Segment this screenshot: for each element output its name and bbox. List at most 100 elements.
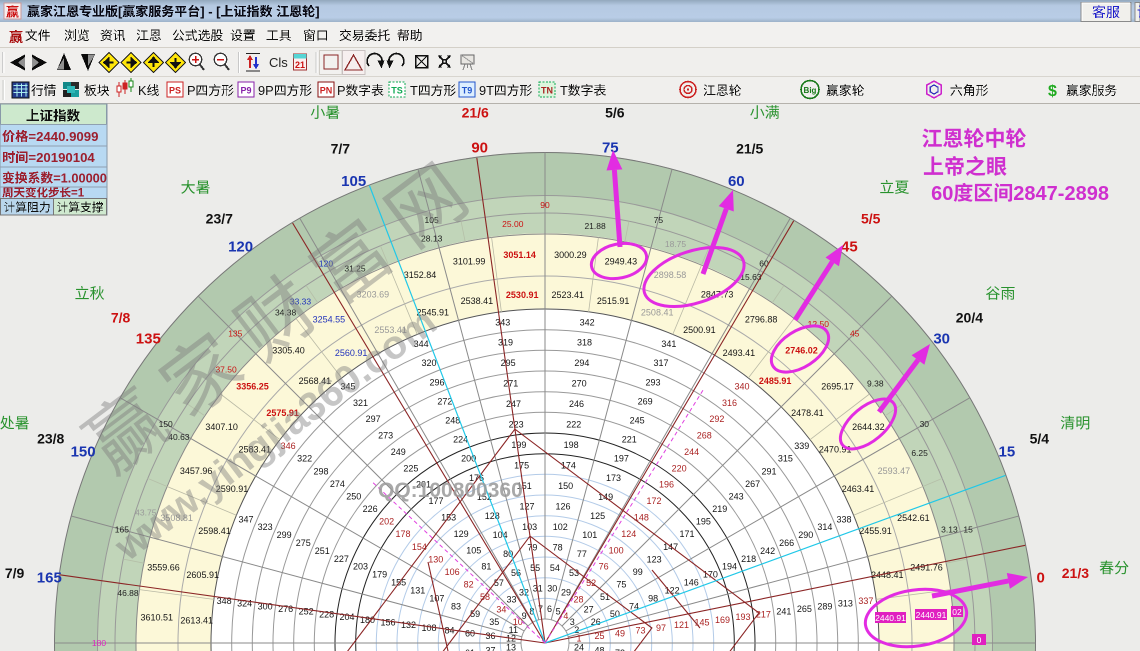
svg-text:20/4: 20/4 xyxy=(956,309,983,325)
svg-text:317: 317 xyxy=(653,358,668,368)
svg-text:29: 29 xyxy=(561,587,571,597)
svg-text:2613.41: 2613.41 xyxy=(180,615,213,625)
svg-text:101: 101 xyxy=(582,530,597,540)
svg-text:105: 105 xyxy=(466,545,481,555)
svg-text:28: 28 xyxy=(573,595,583,605)
svg-text:90: 90 xyxy=(540,200,550,210)
svg-text:3610.51: 3610.51 xyxy=(141,613,174,623)
svg-text:295: 295 xyxy=(501,358,516,368)
svg-text:37: 37 xyxy=(485,645,495,651)
svg-text:251: 251 xyxy=(315,546,330,556)
svg-text:45: 45 xyxy=(841,238,858,255)
svg-text:339: 339 xyxy=(794,441,809,451)
svg-text:2485.91: 2485.91 xyxy=(759,376,792,386)
svg-text:291: 291 xyxy=(761,466,776,476)
svg-text:3356.25: 3356.25 xyxy=(236,382,269,392)
svg-text:298: 298 xyxy=(313,466,328,476)
svg-text:244: 244 xyxy=(684,447,699,457)
svg-text:83: 83 xyxy=(451,601,461,611)
svg-text:129: 129 xyxy=(454,529,469,539)
svg-text:2746.02: 2746.02 xyxy=(785,346,818,356)
svg-text:274: 274 xyxy=(330,479,345,489)
svg-text:202: 202 xyxy=(379,517,394,527)
svg-text:226: 226 xyxy=(363,504,378,514)
svg-text:250: 250 xyxy=(346,491,361,501)
svg-text:266: 266 xyxy=(779,538,794,548)
svg-text:275: 275 xyxy=(296,538,311,548)
svg-text:Big: Big xyxy=(804,86,817,95)
svg-text:172: 172 xyxy=(646,496,661,506)
svg-text:82: 82 xyxy=(464,580,474,590)
svg-text:271: 271 xyxy=(503,379,518,389)
svg-text:195: 195 xyxy=(696,517,711,527)
svg-text:34: 34 xyxy=(496,605,506,615)
svg-text:297: 297 xyxy=(366,414,381,424)
svg-text:3152.84: 3152.84 xyxy=(404,270,437,280)
svg-text:2695.17: 2695.17 xyxy=(821,382,854,392)
svg-text:180: 180 xyxy=(360,615,375,625)
svg-text:T: T xyxy=(410,83,418,98)
svg-text:2523.41: 2523.41 xyxy=(552,290,585,300)
svg-text:105: 105 xyxy=(341,173,366,190)
svg-text:135: 135 xyxy=(228,328,242,338)
svg-text:221: 221 xyxy=(622,435,637,445)
svg-text:296: 296 xyxy=(429,377,444,387)
svg-text:3559.66: 3559.66 xyxy=(147,562,180,572)
svg-text:46.88: 46.88 xyxy=(117,588,139,598)
svg-text:243: 243 xyxy=(729,491,744,501)
svg-text:320: 320 xyxy=(421,358,436,368)
svg-text:60: 60 xyxy=(931,183,953,205)
svg-text:TN: TN xyxy=(541,86,553,96)
svg-text:146: 146 xyxy=(684,578,699,588)
svg-text:225: 225 xyxy=(403,463,418,473)
svg-text:6.25: 6.25 xyxy=(911,448,928,458)
svg-text:265: 265 xyxy=(797,604,812,614)
svg-text:51: 51 xyxy=(600,592,610,602)
svg-text:33: 33 xyxy=(506,595,516,605)
svg-text:347: 347 xyxy=(238,514,253,524)
svg-text:245: 245 xyxy=(630,416,645,426)
svg-text:Cls: Cls xyxy=(269,55,288,70)
svg-text:2508.41: 2508.41 xyxy=(641,308,674,318)
svg-text:=1: =1 xyxy=(71,188,85,200)
svg-text:294: 294 xyxy=(574,358,589,368)
svg-text:290: 290 xyxy=(798,530,813,540)
svg-text:5/4: 5/4 xyxy=(1030,430,1050,446)
svg-text:194: 194 xyxy=(722,562,737,572)
svg-text:130: 130 xyxy=(428,554,443,564)
svg-text:126: 126 xyxy=(555,502,570,512)
svg-text:57: 57 xyxy=(494,578,504,588)
svg-text:2440.91: 2440.91 xyxy=(875,613,906,623)
svg-text:99: 99 xyxy=(633,567,643,577)
svg-text:3254.55: 3254.55 xyxy=(313,315,346,325)
svg-text:150: 150 xyxy=(159,419,173,429)
svg-text:18.75: 18.75 xyxy=(665,239,687,249)
svg-text:337: 337 xyxy=(858,596,873,606)
svg-text:227: 227 xyxy=(334,554,349,564)
svg-text:78: 78 xyxy=(553,543,563,553)
svg-text:45: 45 xyxy=(850,328,860,338)
svg-text:178: 178 xyxy=(395,529,410,539)
svg-text:2455.91: 2455.91 xyxy=(859,526,892,536)
svg-text:175: 175 xyxy=(514,461,529,471)
svg-text:273: 273 xyxy=(378,431,393,441)
svg-text:02: 02 xyxy=(952,607,962,617)
svg-text:203: 203 xyxy=(353,562,368,572)
svg-text:21.88: 21.88 xyxy=(584,221,606,231)
svg-text:=2440.9099: =2440.9099 xyxy=(28,129,98,144)
svg-text:7/7: 7/7 xyxy=(331,141,351,157)
svg-text:54: 54 xyxy=(550,563,560,573)
svg-text:3407.10: 3407.10 xyxy=(205,422,238,432)
svg-text:21/5: 21/5 xyxy=(736,141,763,157)
svg-text:P: P xyxy=(187,83,196,98)
svg-text:341: 341 xyxy=(661,339,676,349)
svg-text:102: 102 xyxy=(553,522,568,532)
svg-text:169: 169 xyxy=(715,615,730,625)
svg-text:121: 121 xyxy=(674,620,689,630)
svg-text:124: 124 xyxy=(621,529,636,539)
svg-text:171: 171 xyxy=(679,529,694,539)
svg-text:2515.91: 2515.91 xyxy=(597,296,630,306)
svg-text:165: 165 xyxy=(37,570,62,587)
svg-text:35: 35 xyxy=(489,617,499,627)
svg-text:60: 60 xyxy=(759,259,769,269)
